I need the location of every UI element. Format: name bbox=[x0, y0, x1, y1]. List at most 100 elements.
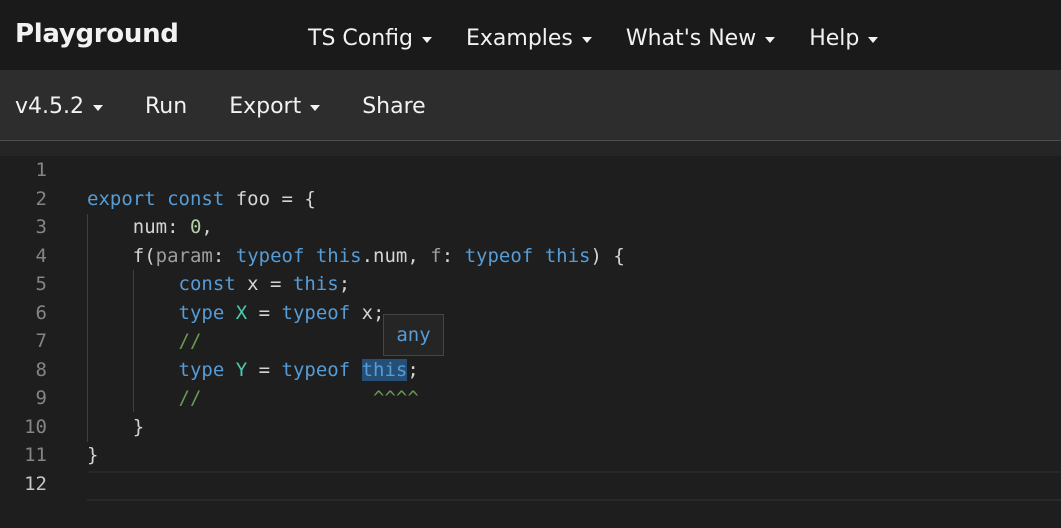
keyword: this bbox=[292, 273, 339, 295]
chevron-down-icon bbox=[868, 37, 879, 43]
code-text: // ^^^^ bbox=[87, 384, 419, 412]
nav-whats-new-menu[interactable]: What's New bbox=[625, 26, 776, 51]
unused-param: f bbox=[430, 245, 442, 267]
keyword: this bbox=[315, 245, 362, 267]
toolbar-menu: v4.5.2 Run Export Share bbox=[15, 94, 468, 119]
keyword: typeof bbox=[235, 245, 305, 267]
nav-examples-label: Examples bbox=[465, 26, 573, 51]
code-text: type X = typeof x; bbox=[87, 299, 385, 327]
nav-help-menu[interactable]: Help bbox=[809, 26, 879, 51]
share-label: Share bbox=[362, 94, 426, 119]
code-text: const x = this; bbox=[87, 270, 351, 298]
keyword: typeof bbox=[464, 245, 534, 267]
comment: // bbox=[178, 387, 202, 409]
keyword: typeof bbox=[281, 359, 351, 381]
playground-toolbar: v4.5.2 Run Export Share bbox=[0, 70, 1061, 141]
top-navbar: Playground TS Config Examples What's New… bbox=[0, 0, 1061, 70]
code-token: } bbox=[132, 416, 145, 438]
line-number: 12 bbox=[24, 473, 47, 495]
keyword: this bbox=[544, 245, 591, 267]
keyword: type bbox=[178, 302, 225, 324]
keyword: typeof bbox=[281, 302, 351, 324]
line-number: 3 bbox=[35, 216, 47, 238]
chevron-down-icon bbox=[765, 37, 776, 43]
nav-examples-menu[interactable]: Examples bbox=[466, 26, 592, 51]
code-line-6: 6 type X = typeof x; bbox=[0, 299, 1061, 327]
chevron-down-icon bbox=[310, 105, 321, 111]
code-line-12: 12 bbox=[0, 470, 1061, 498]
code-token: ; bbox=[338, 273, 351, 295]
code-line-1: 1 bbox=[0, 156, 1061, 184]
type-hover-tooltip: any bbox=[383, 314, 444, 356]
code-token: ) { bbox=[590, 245, 625, 267]
code-line-9: 9 // ^^^^ bbox=[0, 384, 1061, 412]
code-line-4: 4 f(param: typeof this.num, f: typeof th… bbox=[0, 242, 1061, 270]
nav-whats-new-label: What's New bbox=[625, 26, 757, 51]
line-number: 11 bbox=[24, 444, 47, 466]
code-token: f( bbox=[132, 245, 156, 267]
code-token: = bbox=[247, 302, 282, 324]
code-text: f(param: typeof this.num, f: typeof this… bbox=[87, 242, 625, 270]
code-line-7: 7 // bbox=[0, 327, 1061, 355]
code-line-11: 11 } bbox=[0, 441, 1061, 469]
type-name: X bbox=[235, 302, 248, 324]
unused-param: param bbox=[155, 245, 213, 267]
line-number: 9 bbox=[35, 387, 47, 409]
export-label: Export bbox=[229, 94, 302, 119]
code-token: .num, bbox=[361, 245, 431, 267]
keyword: const bbox=[178, 273, 236, 295]
code-token: ; bbox=[407, 359, 419, 381]
chevron-down-icon bbox=[421, 37, 432, 43]
code-token: , bbox=[201, 216, 213, 238]
code-token: : bbox=[212, 245, 236, 267]
keyword: const bbox=[167, 188, 225, 210]
code-line-3: 3 num: 0, bbox=[0, 213, 1061, 241]
version-label: v4.5.2 bbox=[15, 94, 84, 119]
chevron-down-icon bbox=[93, 105, 103, 111]
line-number: 10 bbox=[24, 416, 47, 438]
run-label: Run bbox=[145, 94, 188, 119]
share-button[interactable]: Share bbox=[362, 94, 426, 119]
code-token: x = bbox=[235, 273, 293, 295]
keyword: type bbox=[178, 359, 225, 381]
code-token: x; bbox=[350, 302, 385, 324]
code-line-8: 8 type Y = typeof this; bbox=[0, 356, 1061, 384]
nav-tsconfig-menu[interactable]: TS Config bbox=[308, 26, 432, 51]
line-number: 5 bbox=[35, 273, 47, 295]
code-token: foo = { bbox=[224, 188, 316, 210]
code-text: type Y = typeof this; bbox=[87, 356, 419, 384]
code-text: } bbox=[87, 441, 98, 469]
line-number: 7 bbox=[35, 330, 47, 352]
code-line-2: 2 export const foo = { bbox=[0, 185, 1061, 213]
line-number: 1 bbox=[35, 159, 47, 181]
code-text: // bbox=[87, 327, 202, 355]
top-nav-menu: TS Config Examples What's New Help bbox=[308, 26, 912, 51]
nav-tsconfig-label: TS Config bbox=[308, 26, 413, 51]
chevron-down-icon bbox=[581, 37, 592, 43]
code-editor[interactable]: 1 2 export const foo = { 3 num: 0, 4 f(p… bbox=[0, 156, 1061, 528]
code-text: } bbox=[87, 413, 144, 441]
type-name: Y bbox=[235, 359, 248, 381]
code-token: = bbox=[247, 359, 282, 381]
code-line-10: 10 } bbox=[0, 413, 1061, 441]
line-number: 8 bbox=[35, 359, 47, 381]
editor-top-padding bbox=[0, 141, 1061, 156]
number-literal: 0 bbox=[189, 216, 202, 238]
line-number: 2 bbox=[35, 188, 47, 210]
line-number: 6 bbox=[35, 302, 47, 324]
nav-help-label: Help bbox=[809, 26, 860, 51]
code-token: : bbox=[441, 245, 465, 267]
highlighted-this-token[interactable]: this bbox=[361, 359, 408, 381]
run-button[interactable]: Run bbox=[145, 94, 187, 119]
brand-title[interactable]: Playground bbox=[15, 19, 179, 49]
code-text: export const foo = { bbox=[87, 185, 316, 213]
export-dropdown[interactable]: Export bbox=[229, 94, 321, 119]
version-dropdown[interactable]: v4.5.2 bbox=[15, 94, 103, 119]
twoslash-carets: ^^^^ bbox=[373, 387, 419, 409]
line-number: 4 bbox=[35, 245, 47, 267]
